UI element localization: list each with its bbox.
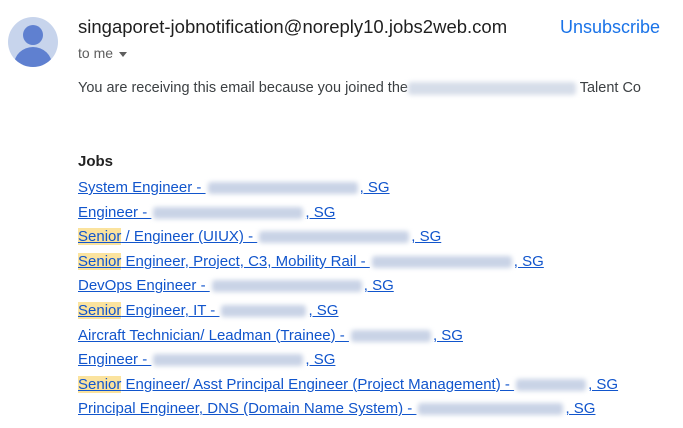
job-item: Senior Engineer, Project, C3, Mobility R…: [78, 250, 618, 275]
job-link[interactable]: Senior Engineer/ Asst Principal Engineer…: [78, 375, 618, 393]
redacted-company-name: [407, 81, 576, 95]
job-item: Senior Engineer, IT - , SG: [78, 299, 618, 324]
redacted-company: [259, 231, 410, 244]
intro-text-end: Talent Co: [575, 80, 641, 96]
unsubscribe-link[interactable]: Unsubscribe: [560, 17, 660, 38]
redacted-company: [207, 182, 358, 195]
avatar-person-body: [14, 47, 52, 67]
job-item: Senior Engineer/ Asst Principal Engineer…: [78, 373, 618, 398]
recipient-label: to me: [78, 45, 114, 61]
search-term-highlight: Senior: [78, 375, 122, 393]
job-link[interactable]: Principal Engineer, DNS (Domain Name Sys…: [78, 400, 595, 417]
job-item: Engineer - , SG: [78, 348, 618, 373]
job-item: Senior / Engineer (UIUX) - , SG: [78, 225, 618, 250]
job-item: DevOps Engineer - , SG: [78, 274, 618, 299]
job-link[interactable]: Senior Engineer, IT - , SG: [78, 301, 338, 319]
job-link[interactable]: Senior / Engineer (UIUX) - , SG: [78, 228, 441, 246]
job-link[interactable]: DevOps Engineer - , SG: [78, 277, 394, 294]
redacted-company: [211, 280, 362, 293]
redacted-company: [371, 255, 512, 268]
redacted-company: [221, 305, 307, 317]
intro-text: You are receiving this email because you…: [78, 80, 641, 96]
redacted-company: [418, 403, 564, 416]
job-item: Engineer - , SG: [78, 201, 618, 226]
job-list: System Engineer - , SG Engineer - , SG S…: [78, 176, 618, 422]
job-item: Aircraft Technician/ Leadman (Trainee) -…: [78, 324, 618, 349]
job-item: System Engineer - , SG: [78, 176, 618, 201]
search-term-highlight: Senior: [78, 228, 122, 246]
search-term-highlight: Senior: [78, 301, 122, 319]
chevron-down-icon[interactable]: [119, 51, 128, 57]
job-link[interactable]: Senior Engineer, Project, C3, Mobility R…: [78, 252, 544, 270]
intro-text-start: You are receiving this email because you…: [78, 80, 408, 96]
job-link[interactable]: System Engineer - , SG: [78, 179, 390, 196]
sender-avatar[interactable]: [8, 17, 58, 67]
job-link[interactable]: Aircraft Technician/ Leadman (Trainee) -…: [78, 327, 463, 344]
search-term-highlight: Senior: [78, 252, 122, 270]
redacted-company: [516, 378, 587, 391]
job-link[interactable]: Engineer - , SG: [78, 351, 335, 368]
redacted-company: [153, 206, 304, 219]
recipient-details-toggle[interactable]: to me: [78, 45, 128, 61]
job-item: Principal Engineer, DNS (Domain Name Sys…: [78, 397, 618, 422]
redacted-company: [350, 329, 431, 342]
job-link[interactable]: Engineer - , SG: [78, 204, 335, 221]
sender-address: singaporet-jobnotification@noreply10.job…: [78, 16, 508, 37]
avatar-person-icon: [23, 25, 43, 45]
jobs-heading: Jobs: [78, 153, 114, 170]
redacted-company: [153, 354, 304, 367]
